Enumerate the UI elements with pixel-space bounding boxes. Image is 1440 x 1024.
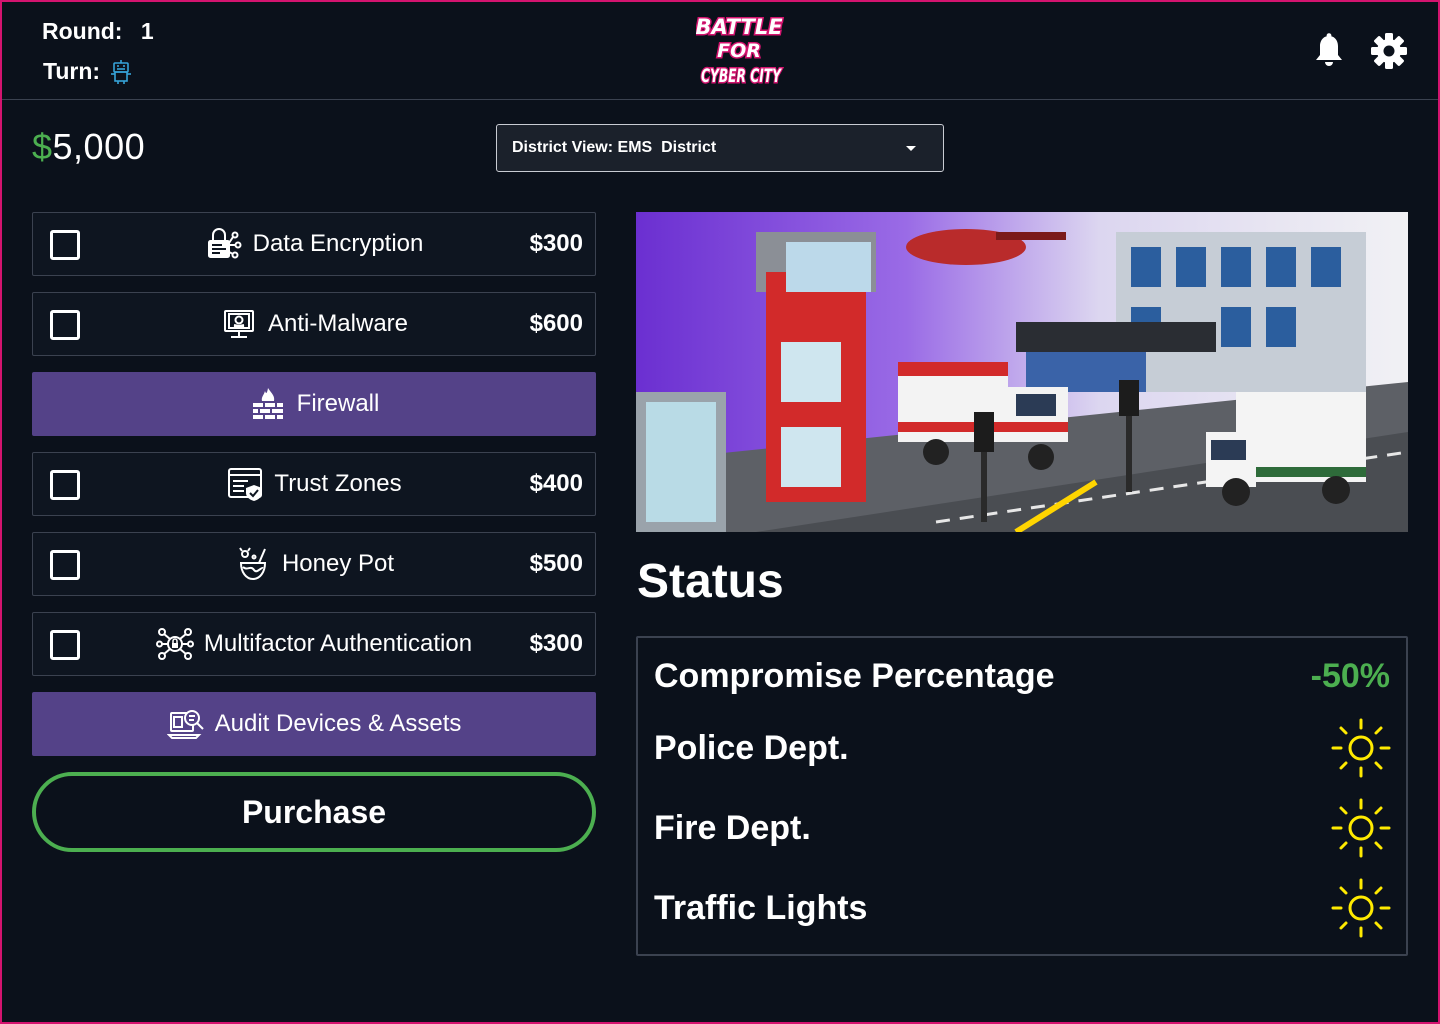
service-label: Police Dept. xyxy=(654,728,849,767)
compromise-value: -50% xyxy=(1310,656,1390,695)
defense-price: $300 xyxy=(529,630,583,657)
turn-indicator: Turn: xyxy=(43,58,134,85)
wallet-balance: $5,000 xyxy=(32,126,145,168)
sun-icon xyxy=(1331,718,1391,778)
status-title: Status xyxy=(637,555,784,608)
defense-item-honey-pot[interactable]: Honey Pot $500 xyxy=(32,532,596,596)
defense-label: Trust Zones xyxy=(274,470,402,497)
defense-price: $500 xyxy=(529,550,583,577)
sun-icon xyxy=(1331,878,1391,938)
defense-price: $600 xyxy=(529,310,583,337)
defense-item-anti-malware[interactable]: Anti-Malware $600 xyxy=(32,292,596,356)
svg-text:BATTLE: BATTLE xyxy=(696,15,783,39)
monitor-skull-icon xyxy=(223,310,254,338)
honey-pot-icon xyxy=(239,547,266,581)
multifactor-icon xyxy=(155,628,194,660)
defense-item-trust-zones[interactable]: Trust Zones $400 xyxy=(32,452,596,516)
battle-for-cyber-city-logo: BATTLE FOR CYBER CITY xyxy=(696,14,785,89)
status-panel: Compromise Percentage -50% Police Dept. … xyxy=(636,636,1408,956)
compromise-row: Compromise Percentage -50% xyxy=(654,646,1390,706)
turn-label: Turn: xyxy=(43,58,101,84)
round-label: Round: xyxy=(42,18,123,44)
service-label: Traffic Lights xyxy=(654,888,868,927)
round-value: 1 xyxy=(140,18,154,44)
svg-text:FOR: FOR xyxy=(717,40,761,62)
service-row-fire: Fire Dept. xyxy=(654,798,1391,858)
firewall-icon xyxy=(252,388,283,419)
service-row-police: Police Dept. xyxy=(654,718,1391,778)
currency-symbol: $ xyxy=(32,126,53,167)
balance-amount: 5,000 xyxy=(52,126,146,167)
lock-network-icon xyxy=(207,228,242,259)
defense-label: Data Encryption xyxy=(252,230,424,257)
purchase-button[interactable]: Purchase xyxy=(32,772,596,852)
round-indicator: Round: 1 xyxy=(42,18,154,45)
service-label: Fire Dept. xyxy=(654,808,811,847)
audit-search-icon xyxy=(166,710,204,739)
chevron-down-icon xyxy=(906,146,916,151)
defense-item-audit-devices-assets[interactable]: Audit Devices & Assets xyxy=(32,692,596,756)
bell-icon[interactable] xyxy=(1313,33,1345,69)
defense-item-firewall[interactable]: Firewall xyxy=(32,372,596,436)
defense-item-data-encryption[interactable]: Data Encryption $300 xyxy=(32,212,596,276)
district-view-value: District View: EMS District xyxy=(512,139,717,156)
defense-label: Multifactor Authentication xyxy=(203,630,473,657)
defense-label: Firewall xyxy=(296,390,380,417)
service-row-traffic-lights: Traffic Lights xyxy=(654,878,1391,938)
hacker-bot-icon xyxy=(111,59,132,84)
district-view-select[interactable]: District View: EMS District xyxy=(496,124,944,172)
defense-label: Audit Devices & Assets xyxy=(214,710,462,737)
defense-label: Anti-Malware xyxy=(267,310,409,337)
district-photo xyxy=(636,212,1408,532)
defense-label: Honey Pot xyxy=(281,550,395,577)
sun-icon xyxy=(1331,798,1391,858)
defense-price: $400 xyxy=(529,470,583,497)
top-bar: Round: 1 Turn: BATTLE FOR CYBER CITY xyxy=(2,2,1438,100)
defense-price: $300 xyxy=(529,230,583,257)
svg-text:CYBER CITY: CYBER CITY xyxy=(701,65,782,87)
defense-item-multifactor-authentication[interactable]: Multifactor Authentication $300 xyxy=(32,612,596,676)
gear-icon[interactable] xyxy=(1370,32,1408,70)
compromise-label: Compromise Percentage xyxy=(654,656,1055,695)
window-shield-icon xyxy=(228,468,263,501)
